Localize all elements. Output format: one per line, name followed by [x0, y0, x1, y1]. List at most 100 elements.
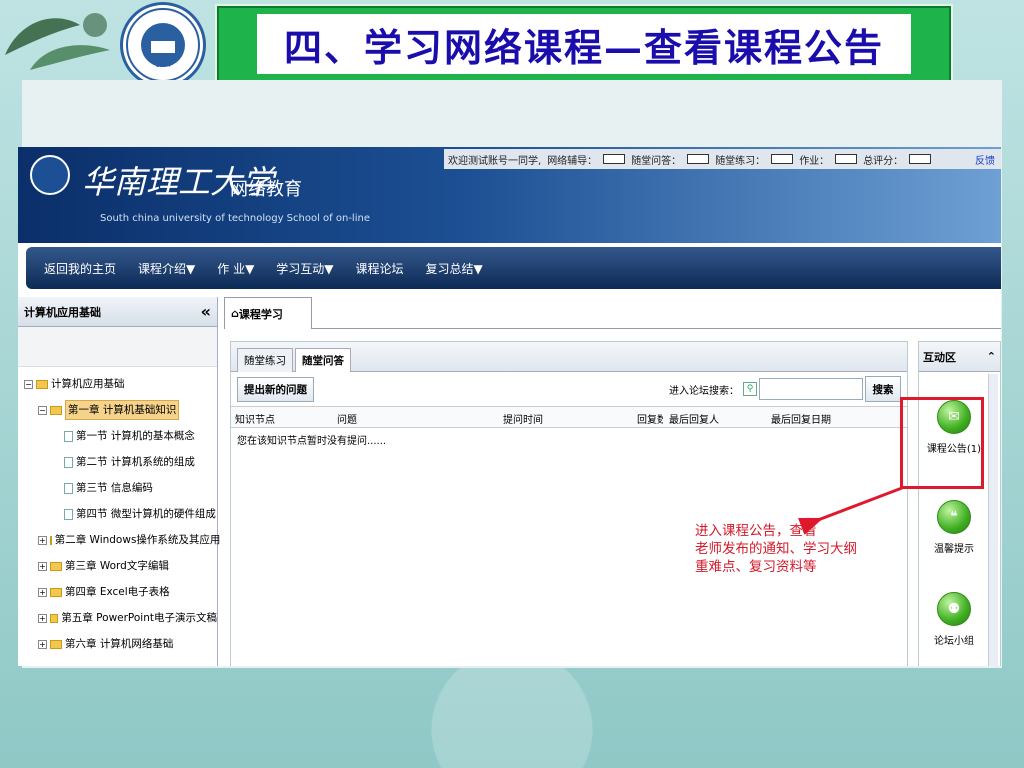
forum-group-label: 论坛小组	[934, 636, 974, 647]
slide-header: 1934 四、学习网络课程—查看课程公告	[0, 0, 1024, 88]
tips-item[interactable]: ❝ 温馨提示	[919, 500, 989, 555]
document-icon	[64, 508, 73, 520]
total-box	[909, 154, 932, 164]
homework-box	[835, 154, 858, 164]
expand-icon[interactable]: +	[38, 639, 47, 649]
qa-toolbar: 提出新的问题 进入论坛搜索： ⚲ 搜索	[231, 372, 907, 406]
col-node: 知识节点	[235, 415, 275, 426]
search-button[interactable]: 搜索	[865, 376, 901, 402]
interaction-scrollbar[interactable]	[988, 374, 998, 666]
col-last-replier: 最后回复人	[669, 415, 719, 426]
seal-year: 1934	[155, 62, 170, 69]
folder-icon	[50, 405, 62, 415]
tree-item-label: 计算机应用基础	[51, 378, 125, 390]
forum-search-label: 进入论坛搜索：	[669, 385, 739, 397]
site-logo-edu: 网络教育	[230, 179, 302, 200]
folder-icon	[50, 587, 62, 597]
tree-item[interactable]: + 第四章 Excel电子表格	[18, 579, 217, 605]
home-icon: ⌂	[231, 307, 239, 320]
tree-item-label: 第六章 计算机网络基础	[65, 638, 174, 650]
nav-review[interactable]: 复习总结▼	[426, 260, 483, 277]
col-time: 提问时间	[503, 415, 543, 426]
collapse-up-icon[interactable]: ⌃	[987, 350, 996, 363]
total-label: 总评分：	[863, 155, 904, 167]
folder-icon	[50, 639, 62, 649]
emblem-icon	[30, 155, 70, 195]
university-seal: 1934	[120, 2, 206, 88]
site-header: 华南理工大学 网络教育 South china university of te…	[18, 147, 1001, 243]
tree-item[interactable]: 第三节 信息编码	[18, 475, 217, 501]
tab-course-study[interactable]: ⌂ 课程学习	[224, 297, 312, 329]
qa-empty-text: 您在该知识节点暂时没有提问......	[237, 436, 387, 447]
tree-item[interactable]: + 第五章 PowerPoint电子演示文稿	[18, 605, 217, 631]
tree-item[interactable]: 第四节 微型计算机的硬件组成	[18, 501, 217, 527]
expand-icon[interactable]: +	[38, 613, 47, 623]
annotation-text: 进入课程公告，查看 老师发布的通知、学习大纲 重难点、复习资料等	[695, 523, 857, 575]
tree-item[interactable]: 第二节 计算机系统的组成	[18, 449, 217, 475]
tree-item[interactable]: + 第二章 Windows操作系统及其应用	[18, 527, 220, 553]
ask-question-button[interactable]: 提出新的问题	[237, 376, 314, 402]
qa-tabs: 随堂练习 随堂问答	[231, 342, 907, 372]
tree-item[interactable]: + 第六章 计算机网络基础	[18, 631, 217, 657]
practice-label: 随堂练习：	[715, 155, 766, 167]
expand-icon[interactable]: +	[38, 535, 47, 545]
interaction-panel: 互动区 ⌃ ✉ 课程公告(1) ❝ 温馨提示 ⚉ 论坛小组	[918, 341, 1001, 666]
practice-box	[771, 154, 794, 164]
tree-item-label: 第一章 计算机基础知识	[65, 400, 180, 420]
interaction-title: 互动区	[923, 350, 956, 364]
collapse-button[interactable]: «	[201, 302, 211, 321]
folder-icon	[36, 379, 48, 389]
slide-title: 四、学习网络课程—查看课程公告	[283, 24, 884, 70]
forum-group-item[interactable]: ⚉ 论坛小组	[919, 592, 989, 647]
tab-practice[interactable]: 随堂练习	[237, 348, 293, 372]
qa-label: 随堂问答：	[631, 155, 682, 167]
main-nav: 返回我的主页 课程介绍▼ 作 业▼ 学习互动▼ 课程论坛 复习总结▼	[26, 247, 1001, 289]
tree-item-label: 第二章 Windows操作系统及其应用	[54, 534, 221, 546]
tree-spacer	[18, 327, 217, 367]
qa-panel: 随堂练习 随堂问答 提出新的问题 进入论坛搜索： ⚲ 搜索 知识节点 问题 提问…	[230, 341, 908, 666]
forum-search-input[interactable]	[759, 378, 863, 400]
tree-item-label: 第一节 计算机的基本概念	[76, 430, 195, 442]
document-icon	[64, 482, 73, 494]
nav-forum[interactable]: 课程论坛	[356, 260, 404, 277]
tutor-box	[603, 154, 626, 164]
tree-item-label: 第五章 PowerPoint电子演示文稿	[61, 612, 217, 624]
tab-course-study-label: 课程学习	[238, 307, 283, 321]
status-strip: 欢迎测试账号一同学, 网络辅导： 随堂问答： 随堂练习： 作业： 总评分： 反馈	[444, 149, 1001, 169]
nav-interaction[interactable]: 学习互动▼	[276, 260, 333, 277]
slide-title-box: 四、学习网络课程—查看课程公告	[215, 4, 953, 84]
expand-icon[interactable]: +	[38, 587, 47, 597]
collapse-icon[interactable]: −	[38, 405, 47, 415]
tree-item-label: 第四章 Excel电子表格	[65, 586, 170, 598]
folder-icon	[50, 561, 62, 571]
tutor-label: 网络辅导：	[547, 155, 598, 167]
nav-course-intro[interactable]: 课程介绍▼	[138, 260, 195, 277]
announcement-highlight	[900, 397, 984, 489]
folder-icon	[49, 613, 59, 623]
tree-item-label: 第四节 微型计算机的硬件组成	[76, 508, 216, 520]
collapse-icon[interactable]: −	[24, 379, 33, 389]
quote-icon: ❝	[937, 500, 971, 534]
folder-icon	[49, 535, 52, 545]
tree-item[interactable]: − 第一章 计算机基础知识	[18, 397, 217, 423]
tree-item-label: 第三节 信息编码	[76, 482, 153, 494]
tree-item[interactable]: + 第三章 Word文字编辑	[18, 553, 217, 579]
website-screenshot: 华南理工大学 网络教育 South china university of te…	[18, 147, 1001, 666]
course-title: 计算机应用基础	[24, 305, 101, 319]
expand-icon[interactable]: +	[38, 561, 47, 571]
document-icon	[64, 456, 73, 468]
course-tree-header: 计算机应用基础 «	[18, 297, 217, 327]
feedback-link[interactable]: 反馈	[975, 152, 1001, 167]
nav-homework[interactable]: 作 业▼	[217, 260, 254, 277]
tab-qa[interactable]: 随堂问答	[295, 348, 351, 372]
tree-item-label: 第二节 计算机系统的组成	[76, 456, 195, 468]
tree-item[interactable]: 第一节 计算机的基本概念	[18, 423, 217, 449]
qa-table-header: 知识节点 问题 提问时间 回复数 最后回复人 最后回复日期	[231, 406, 907, 428]
study-pane: ⌂ 课程学习 随堂练习 随堂问答 提出新的问题 进入论坛搜索： ⚲ 搜索 知识节…	[224, 297, 1001, 666]
document-icon	[64, 430, 73, 442]
study-tabbar: ⌂ 课程学习	[224, 297, 1001, 329]
nav-home[interactable]: 返回我的主页	[44, 260, 116, 277]
search-icon: ⚲	[743, 382, 757, 396]
tree-item[interactable]: − 计算机应用基础	[18, 371, 217, 397]
col-replies: 回复数	[637, 415, 663, 426]
